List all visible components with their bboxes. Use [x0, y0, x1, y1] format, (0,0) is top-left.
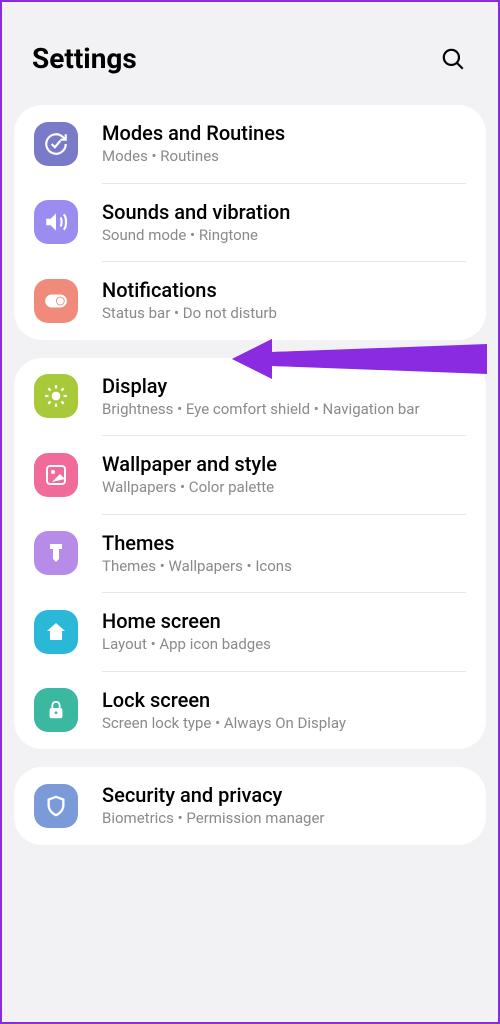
- item-text: Themes Themes • Wallpapers • Icons: [102, 531, 466, 577]
- item-subtitle: Modes • Routines: [102, 147, 466, 167]
- themes-icon: [34, 531, 78, 575]
- home-icon: [34, 610, 78, 654]
- item-subtitle: Status bar • Do not disturb: [102, 304, 466, 324]
- item-text: Display Brightness • Eye comfort shield …: [102, 374, 466, 420]
- wallpaper-icon: [34, 453, 78, 497]
- settings-item-wallpaper[interactable]: Wallpaper and style Wallpapers • Color p…: [14, 436, 486, 514]
- settings-group: Display Brightness • Eye comfort shield …: [14, 358, 486, 750]
- item-text: Lock screen Screen lock type • Always On…: [102, 688, 466, 734]
- item-title: Wallpaper and style: [102, 452, 466, 476]
- shield-icon: [34, 784, 78, 828]
- header: Settings: [2, 2, 498, 105]
- item-title: Sounds and vibration: [102, 200, 466, 224]
- item-subtitle: Wallpapers • Color palette: [102, 478, 466, 498]
- item-subtitle: Brightness • Eye comfort shield • Naviga…: [102, 400, 466, 420]
- settings-group: Security and privacy Biometrics • Permis…: [14, 767, 486, 845]
- item-text: Sounds and vibration Sound mode • Ringto…: [102, 200, 466, 246]
- lock-icon: [34, 688, 78, 732]
- item-text: Modes and Routines Modes • Routines: [102, 121, 466, 167]
- settings-item-lock-screen[interactable]: Lock screen Screen lock type • Always On…: [14, 672, 486, 750]
- item-subtitle: Biometrics • Permission manager: [102, 809, 466, 829]
- item-text: Security and privacy Biometrics • Permis…: [102, 783, 466, 829]
- item-subtitle: Screen lock type • Always On Display: [102, 714, 466, 734]
- settings-item-security-privacy[interactable]: Security and privacy Biometrics • Permis…: [14, 767, 486, 845]
- settings-item-sounds-vibration[interactable]: Sounds and vibration Sound mode • Ringto…: [14, 184, 486, 262]
- item-text: Notifications Status bar • Do not distur…: [102, 278, 466, 324]
- page-title: Settings: [32, 42, 137, 75]
- search-button[interactable]: [438, 44, 468, 74]
- item-title: Home screen: [102, 609, 466, 633]
- brightness-icon: [34, 374, 78, 418]
- item-title: Security and privacy: [102, 783, 466, 807]
- settings-item-display[interactable]: Display Brightness • Eye comfort shield …: [14, 358, 486, 436]
- settings-item-home-screen[interactable]: Home screen Layout • App icon badges: [14, 593, 486, 671]
- sound-icon: [34, 200, 78, 244]
- item-subtitle: Sound mode • Ringtone: [102, 226, 466, 246]
- settings-item-notifications[interactable]: Notifications Status bar • Do not distur…: [14, 262, 486, 340]
- item-title: Lock screen: [102, 688, 466, 712]
- item-subtitle: Themes • Wallpapers • Icons: [102, 557, 466, 577]
- item-title: Themes: [102, 531, 466, 555]
- refresh-check-icon: [34, 122, 78, 166]
- item-text: Wallpaper and style Wallpapers • Color p…: [102, 452, 466, 498]
- settings-item-modes-routines[interactable]: Modes and Routines Modes • Routines: [14, 105, 486, 183]
- search-icon: [440, 46, 466, 72]
- item-title: Modes and Routines: [102, 121, 466, 145]
- item-text: Home screen Layout • App icon badges: [102, 609, 466, 655]
- item-subtitle: Layout • App icon badges: [102, 635, 466, 655]
- item-title: Notifications: [102, 278, 466, 302]
- item-title: Display: [102, 374, 466, 398]
- notification-icon: [34, 279, 78, 323]
- settings-group: Modes and Routines Modes • Routines Soun…: [14, 105, 486, 340]
- settings-item-themes[interactable]: Themes Themes • Wallpapers • Icons: [14, 515, 486, 593]
